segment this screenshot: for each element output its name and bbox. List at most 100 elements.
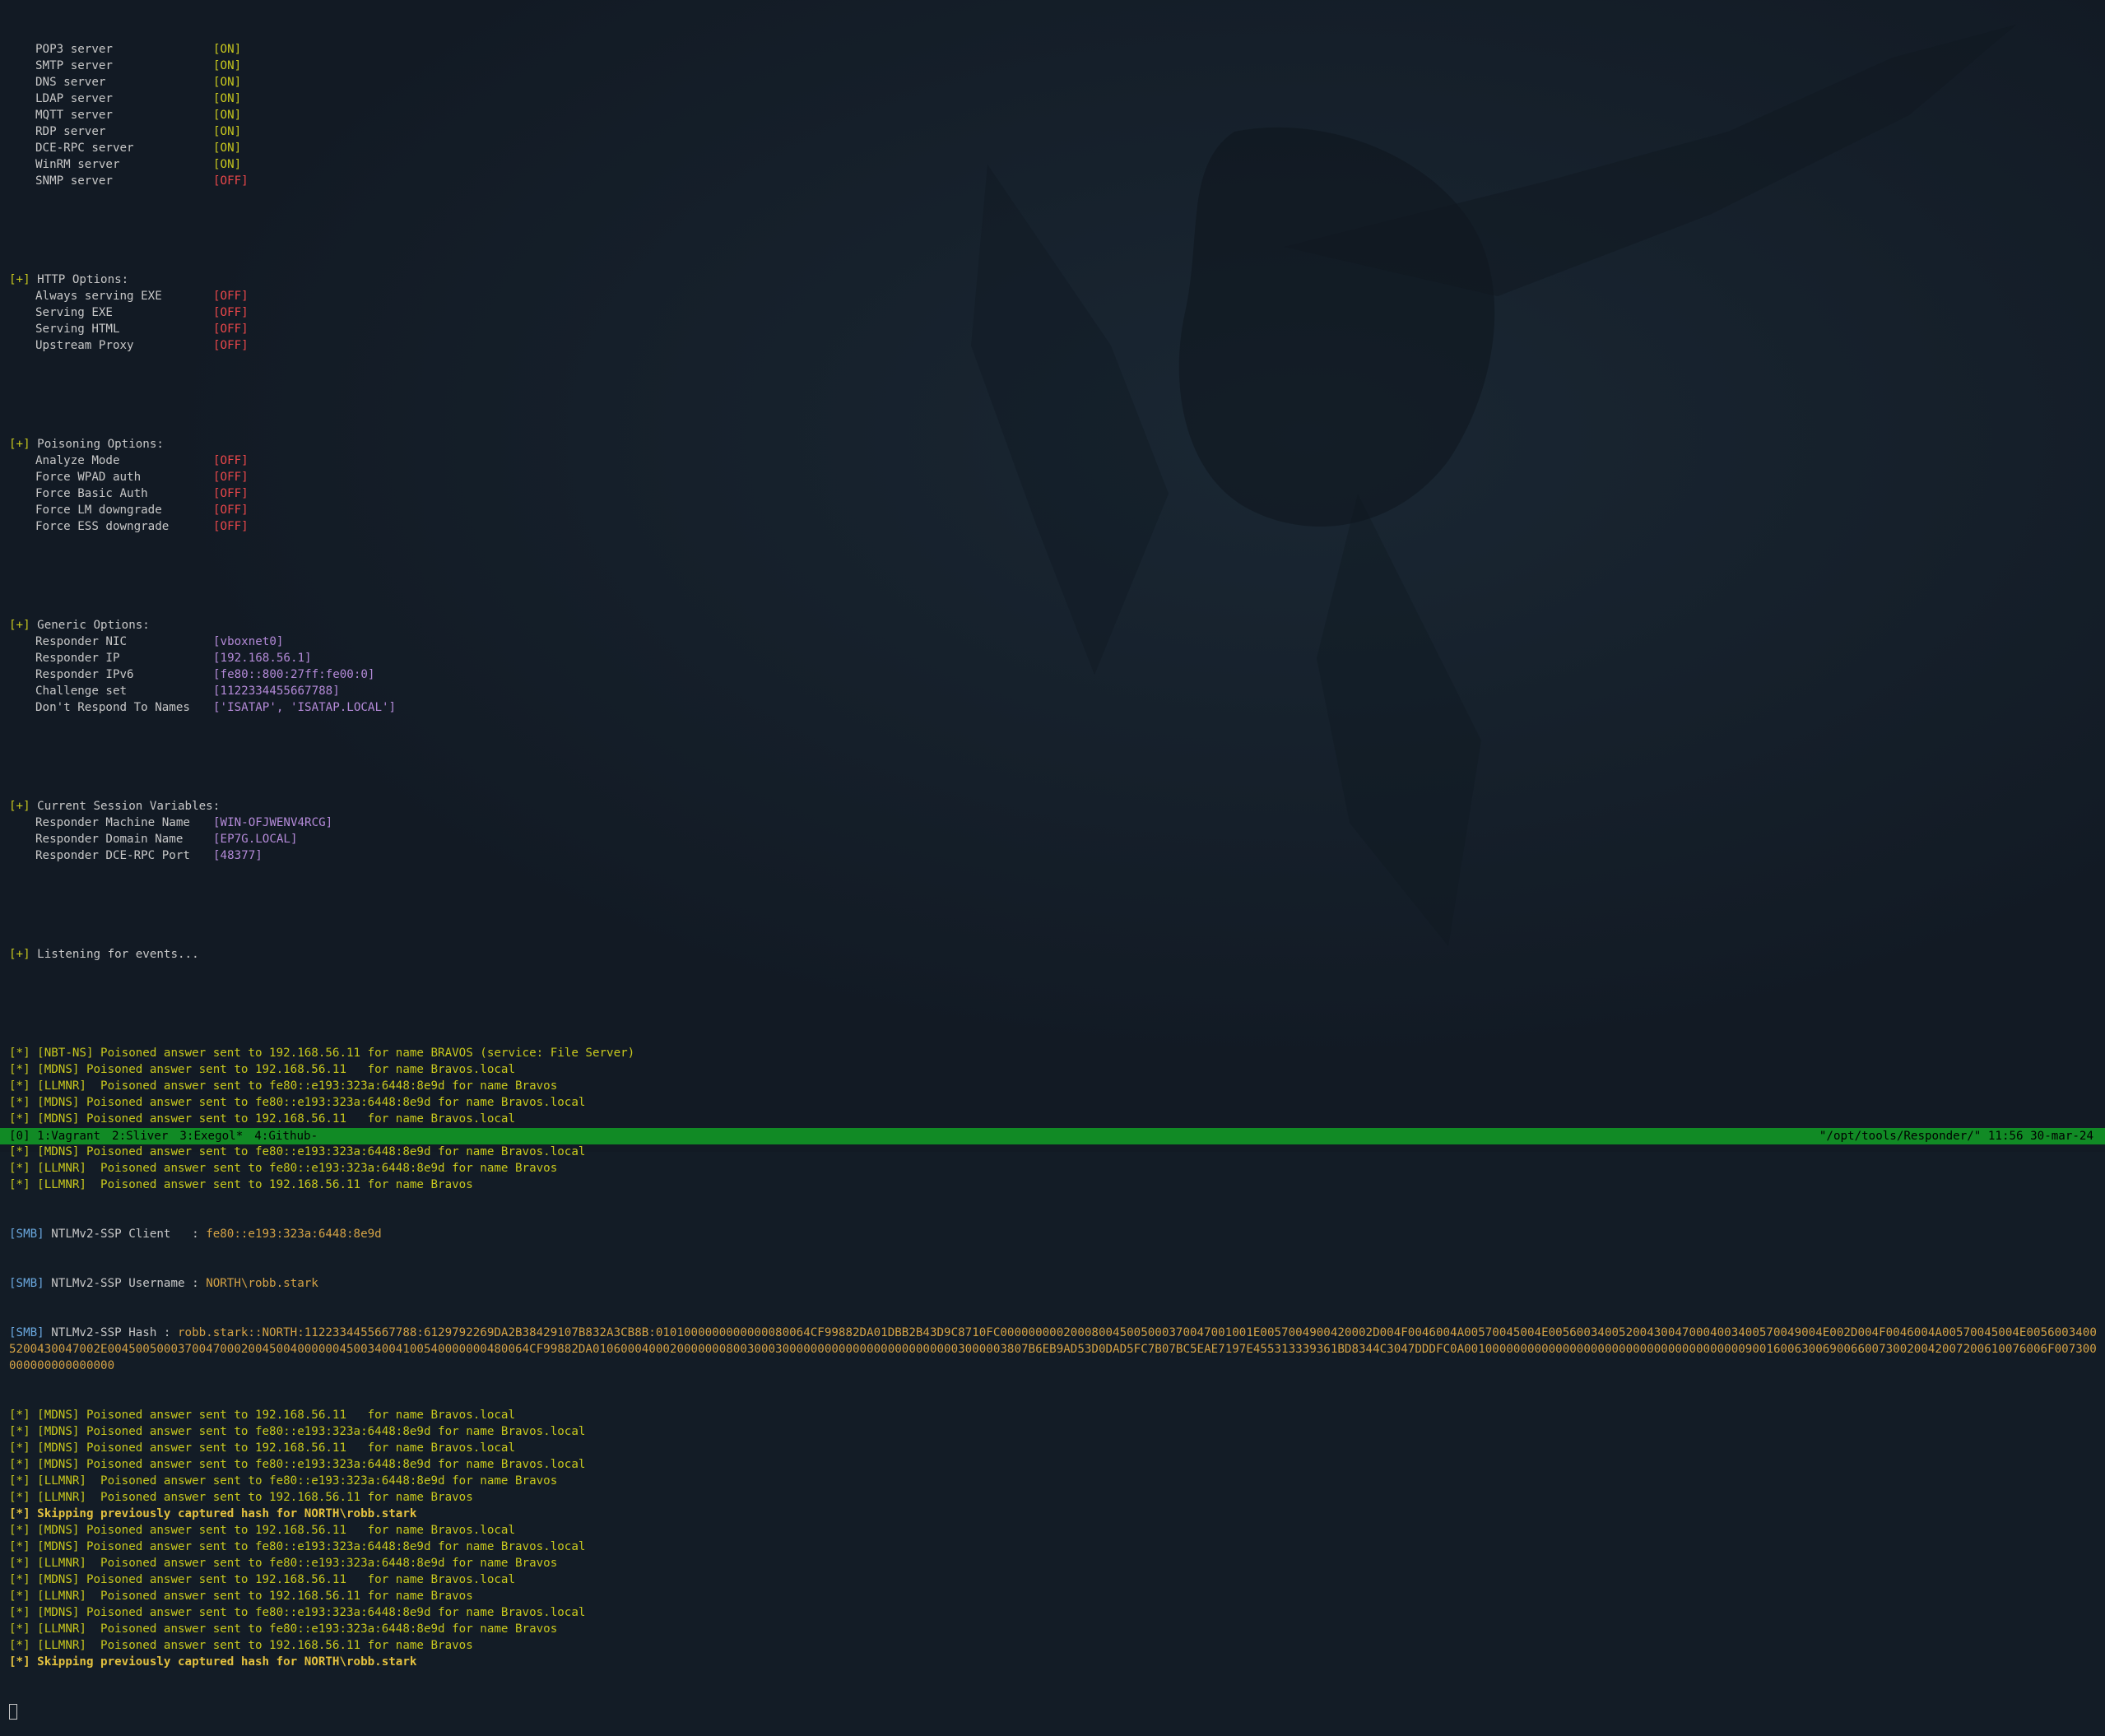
prompt-line[interactable] bbox=[9, 1703, 2099, 1720]
skip-line: [*] Skipping previously captured hash fo… bbox=[9, 1506, 2099, 1522]
http-option-row: Upstream Proxy [OFF] bbox=[9, 337, 2099, 354]
event-text: [MDNS] Poisoned answer sent to fe80::e19… bbox=[37, 1606, 586, 1619]
text-cursor bbox=[9, 1703, 17, 1720]
smb-client-line: [SMB] NTLMv2-SSP Client : fe80::e193:323… bbox=[9, 1228, 382, 1241]
option-label: Force WPAD auth bbox=[35, 471, 142, 484]
star-marker: [*] bbox=[9, 1441, 30, 1455]
server-row: WinRM server [ON] bbox=[9, 156, 2099, 173]
star-marker: [*] bbox=[9, 1425, 30, 1438]
section-header: [+] Current Session Variables: bbox=[9, 798, 2099, 815]
server-list: POP3 server [ON] SMTP server [ON] DNS server… bbox=[9, 41, 2099, 189]
status-right: "/opt/tools/Responder/" 11:56 30-mar-24 bbox=[1819, 1130, 2093, 1143]
tmux-window-tab[interactable]: 3:Exegol* bbox=[179, 1130, 243, 1143]
event-line: [*] [MDNS] Poisoned answer sent to 192.1… bbox=[9, 1111, 2099, 1127]
smb-username-line: [SMB] NTLMv2-SSP Username : NORTH\robb.s… bbox=[9, 1277, 318, 1290]
option-value: [ON] bbox=[213, 43, 242, 56]
session-variable-row: Responder DCE-RPC Port [48377] bbox=[9, 847, 2099, 864]
event-line: [*] [MDNS] Poisoned answer sent to 192.1… bbox=[9, 1407, 2099, 1423]
star-marker: [*] bbox=[9, 1655, 30, 1669]
section-title: HTTP Options: bbox=[37, 273, 129, 286]
option-value: [OFF] bbox=[213, 504, 249, 517]
poisoning-option-row: Force WPAD auth [OFF] bbox=[9, 469, 2099, 485]
plus-marker: [+] bbox=[9, 273, 30, 286]
event-text: [LLMNR] Poisoned answer sent to fe80::e1… bbox=[37, 1079, 558, 1093]
event-line: [*] [LLMNR] Poisoned answer sent to 192.… bbox=[9, 1588, 2099, 1604]
event-text: [LLMNR] Poisoned answer sent to 192.168.… bbox=[37, 1178, 473, 1191]
option-value: [OFF] bbox=[213, 454, 249, 467]
event-text: [LLMNR] Poisoned answer sent to fe80::e1… bbox=[37, 1557, 558, 1570]
option-label: Responder DCE-RPC Port bbox=[35, 849, 190, 862]
http-option-row: Serving HTML [OFF] bbox=[9, 321, 2099, 337]
option-value: [ON] bbox=[213, 142, 242, 155]
tmux-window-tab[interactable]: 4:Github- bbox=[254, 1130, 318, 1143]
option-label: Responder NIC bbox=[35, 635, 128, 648]
poison-events-list-2: [*] [MDNS] Poisoned answer sent to 192.1… bbox=[9, 1407, 2099, 1670]
server-row: SMTP server [ON] bbox=[9, 58, 2099, 74]
generic-option-row: Challenge set [1122334455667788] bbox=[9, 683, 2099, 699]
generic-option-row: Don't Respond To Names ['ISATAP', 'ISATAP… bbox=[9, 699, 2099, 716]
option-value: [ON] bbox=[213, 109, 242, 122]
event-text: [LLMNR] Poisoned answer sent to fe80::e1… bbox=[37, 1474, 558, 1488]
tmux-window-tab[interactable]: 2:Sliver bbox=[112, 1130, 168, 1143]
generic-option-row: Responder IP [192.168.56.1] bbox=[9, 650, 2099, 666]
poison-events-list: [*] [NBT-NS] Poisoned answer sent to 192… bbox=[9, 1045, 2099, 1193]
event-text: [MDNS] Poisoned answer sent to fe80::e19… bbox=[37, 1145, 586, 1158]
star-marker: [*] bbox=[9, 1639, 30, 1652]
event-line: [*] [LLMNR] Poisoned answer sent to fe80… bbox=[9, 1078, 2099, 1094]
event-line: [*] [MDNS] Poisoned answer sent to fe80:… bbox=[9, 1456, 2099, 1473]
event-text: Skipping previously captured hash for NO… bbox=[37, 1655, 417, 1669]
session-variable-row: Responder Domain Name [EP7G.LOCAL] bbox=[9, 831, 2099, 847]
star-marker: [*] bbox=[9, 1096, 30, 1109]
option-value: [OFF] bbox=[213, 290, 249, 303]
section-title: Poisoning Options: bbox=[37, 438, 164, 451]
event-line: [*] [LLMNR] Poisoned answer sent to fe80… bbox=[9, 1160, 2099, 1177]
event-line: [*] [MDNS] Poisoned answer sent to fe80:… bbox=[9, 1144, 2099, 1160]
option-value: [OFF] bbox=[213, 487, 249, 500]
section-header: [+] HTTP Options: bbox=[9, 272, 2099, 288]
option-value: [1122334455667788] bbox=[213, 685, 340, 698]
option-value: [WIN-OFJWENV4RCG] bbox=[213, 816, 333, 829]
event-text: [LLMNR] Poisoned answer sent to fe80::e1… bbox=[37, 1622, 558, 1636]
option-label: WinRM server bbox=[35, 158, 120, 171]
star-marker: [*] bbox=[9, 1573, 30, 1586]
star-marker: [*] bbox=[9, 1112, 30, 1126]
star-marker: [*] bbox=[9, 1507, 30, 1520]
event-text: [MDNS] Poisoned answer sent to 192.168.5… bbox=[37, 1441, 516, 1455]
tmux-window-tab[interactable]: 1:Vagrant bbox=[37, 1130, 100, 1143]
event-text: [MDNS] Poisoned answer sent to fe80::e19… bbox=[37, 1458, 586, 1471]
generic-option-row: Responder NIC [vboxnet0] bbox=[9, 634, 2099, 650]
event-text: [LLMNR] Poisoned answer sent to 192.168.… bbox=[37, 1491, 473, 1504]
server-row: POP3 server [ON] bbox=[9, 41, 2099, 58]
poisoning-option-row: Force LM downgrade [OFF] bbox=[9, 502, 2099, 518]
event-line: [*] [LLMNR] Poisoned answer sent to 192.… bbox=[9, 1489, 2099, 1506]
http-options-section: [+] HTTP Options: Always serving EXE [OFF]… bbox=[9, 272, 2099, 354]
event-text: [MDNS] Poisoned answer sent to 192.168.5… bbox=[37, 1573, 516, 1586]
option-label: Serving HTML bbox=[35, 323, 120, 336]
server-row: SNMP server [OFF] bbox=[9, 173, 2099, 189]
option-label: Force LM downgrade bbox=[35, 504, 162, 517]
server-row: LDAP server [ON] bbox=[9, 91, 2099, 107]
star-marker: [*] bbox=[9, 1178, 30, 1191]
event-line: [*] [MDNS] Poisoned answer sent to fe80:… bbox=[9, 1094, 2099, 1111]
option-value: [OFF] bbox=[213, 174, 249, 188]
star-marker: [*] bbox=[9, 1474, 30, 1488]
option-value: ['ISATAP', 'ISATAP.LOCAL'] bbox=[213, 701, 397, 714]
plus-marker: [+] bbox=[9, 438, 30, 451]
event-text: [MDNS] Poisoned answer sent to fe80::e19… bbox=[37, 1540, 586, 1553]
option-value: [OFF] bbox=[213, 520, 249, 533]
event-text: [MDNS] Poisoned answer sent to 192.168.5… bbox=[37, 1063, 516, 1076]
http-option-row: Always serving EXE [OFF] bbox=[9, 288, 2099, 304]
option-label: Upstream Proxy bbox=[35, 339, 134, 352]
star-marker: [*] bbox=[9, 1524, 30, 1537]
event-text: [LLMNR] Poisoned answer sent to 192.168.… bbox=[37, 1590, 473, 1603]
event-line: [*] [MDNS] Poisoned answer sent to fe80:… bbox=[9, 1604, 2099, 1621]
option-label: Responder Machine Name bbox=[35, 816, 190, 829]
listening-line: [+] Listening for events... bbox=[9, 948, 199, 961]
terminal-output[interactable]: POP3 server [ON] SMTP server [ON] DNS server… bbox=[9, 8, 2099, 1736]
section-title: Generic Options: bbox=[37, 619, 150, 632]
option-label: Don't Respond To Names bbox=[35, 701, 190, 714]
server-row: DCE-RPC server [ON] bbox=[9, 140, 2099, 156]
option-label: MQTT server bbox=[35, 109, 113, 122]
status-left: [0] 1:Vagrant 2:Sliver 3:Exegol* 4:Github- bbox=[9, 1128, 329, 1144]
poisoning-options-section: [+] Poisoning Options: Analyze Mode [OFF] F… bbox=[9, 436, 2099, 535]
